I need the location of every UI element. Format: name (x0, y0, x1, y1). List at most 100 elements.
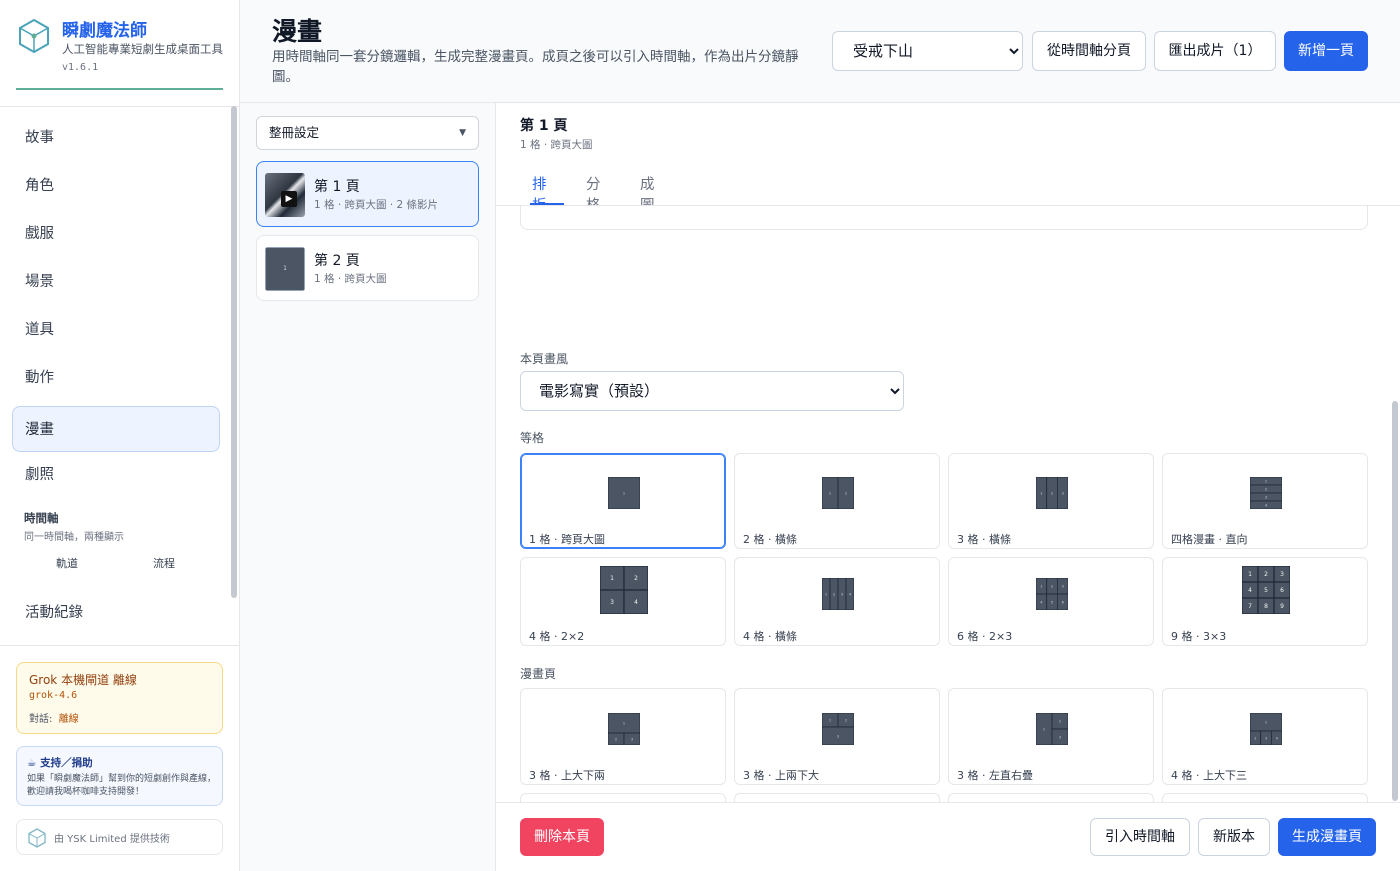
sidebar-item-comics[interactable]: 漫畫 (12, 406, 220, 452)
support-title: ☕ 支持／捐助 (27, 757, 93, 769)
layout-preview: 1 2 3 (608, 712, 640, 745)
sidebar-item-costumes[interactable]: 戲服 (12, 210, 220, 256)
svg-text:2: 2 (1265, 487, 1267, 491)
layout-option-l4g[interactable]: 1 2 3 4 4 格 · 2×2 (520, 557, 726, 646)
svg-text:3: 3 (1265, 495, 1267, 499)
cube-logo-icon (28, 828, 46, 848)
layout-caption: 3 格 · 橫條 (957, 533, 1011, 546)
play-icon[interactable]: ▶ (281, 191, 297, 207)
layout-option-m2[interactable]: 1 2 3 3 格 · 上兩下大 (734, 688, 940, 785)
timeline-option-track[interactable]: 軌道 (56, 555, 78, 571)
export-button[interactable]: 匯出成片（1） (1154, 31, 1276, 71)
sidebar-item-activity-log[interactable]: 活動紀錄 (12, 589, 220, 635)
app-version: v1.6.1 (62, 62, 99, 73)
page-card-title: 第 2 頁 (314, 253, 360, 269)
svg-text:7: 7 (1248, 603, 1252, 610)
sidebar-item-stills[interactable]: 劇照 (12, 451, 220, 497)
layout-option-m7[interactable]: 1233 格 · 斜分 (948, 793, 1154, 802)
section-label-equal: 等格 (520, 431, 545, 445)
book-settings-select[interactable]: 整冊設定 ▼ (256, 116, 479, 150)
svg-text:4: 4 (634, 599, 638, 606)
layout-preview: 1 (608, 477, 640, 509)
layout-preview: 12 (822, 477, 854, 509)
sidebar-item-story[interactable]: 故事 (12, 114, 220, 160)
layout-preview: 1234 (1250, 712, 1282, 745)
new-version-button[interactable]: 新版本 (1198, 818, 1270, 856)
svg-text:2: 2 (845, 491, 847, 495)
svg-text:1: 1 (1265, 720, 1267, 724)
page-list: 整冊設定 ▼ ▶ 第 1 頁 1 格 · 跨頁大圖 · 2 條影片 1 第 2 … (240, 103, 496, 871)
layout-preview: 1 2 3 (1036, 477, 1068, 509)
page-title: 漫畫 (272, 17, 323, 46)
svg-text:2: 2 (1264, 571, 1268, 578)
layout-caption: 4 格 · 2×2 (529, 630, 585, 643)
layout-option-m1[interactable]: 1 2 3 3 格 · 上大下兩 (520, 688, 726, 785)
layout-caption: 4 格 · 上大下三 (1171, 769, 1247, 782)
sidebar-item-scenes[interactable]: 場景 (12, 258, 220, 304)
layout-option-m8[interactable]: 123455 格 · 上大下四 (1162, 793, 1368, 802)
svg-text:5: 5 (1264, 587, 1268, 594)
sidebar-item-actions[interactable]: 動作 (12, 354, 220, 400)
svg-text:2: 2 (1051, 584, 1053, 588)
layout-option-l6[interactable]: 1234566 格 · 2×3 (948, 557, 1154, 646)
timeline-section-subtitle: 同一時間軸，兩種顯示 (24, 532, 124, 543)
svg-text:8: 8 (1264, 603, 1268, 610)
layout-option-m4[interactable]: 1234 4 格 · 上大下三 (1162, 688, 1368, 785)
brand: 瞬劇魔法師 人工智能專業短劇生成桌面工具 v1.6.1 (16, 14, 223, 90)
cube-logo-icon (19, 18, 49, 54)
layout-preview: 1234 (600, 566, 648, 614)
sidebar-item-characters[interactable]: 角色 (12, 162, 220, 208)
project-select[interactable]: 受戒下山 (832, 31, 1023, 71)
svg-text:3: 3 (1062, 584, 1064, 588)
generate-comic-page-button[interactable]: 生成漫畫頁 (1278, 818, 1376, 856)
sidebar-item-props[interactable]: 道具 (12, 306, 220, 352)
sidebar-scrollbar[interactable] (231, 106, 237, 598)
svg-text:2: 2 (1051, 491, 1053, 495)
layout-option-l4h[interactable]: 1234 4 格 · 橫條 (734, 557, 940, 646)
svg-text:4: 4 (1248, 587, 1252, 594)
layout-option-l1[interactable]: 1 1 格 · 跨頁大圖 (520, 453, 726, 549)
gateway-status-card: Grok 本機閘道 離線 grok-4.6 對話: 離線 (16, 662, 223, 734)
layout-caption: 4 格 · 橫條 (743, 630, 797, 643)
page-card-2[interactable]: 1 第 2 頁 1 格 · 跨頁大圖 (256, 235, 479, 301)
add-page-button[interactable]: 新增一頁 (1284, 31, 1368, 71)
gateway-model: grok-4.6 (29, 690, 78, 701)
split-from-timeline-button[interactable]: 從時間軸分頁 (1032, 31, 1146, 71)
editor-scrollbar[interactable] (1392, 401, 1398, 801)
layout-preview: 1234 (822, 577, 854, 610)
page-card-title: 第 1 頁 (314, 179, 360, 195)
timeline-option-flow[interactable]: 流程 (153, 555, 175, 571)
credit-text: 由 YSK Limited 提供技術 (54, 834, 170, 845)
chat-status: 對話: 離線 (29, 710, 79, 725)
page-header: 漫畫 用時間軸同一套分鏡邏輯，生成完整漫畫頁。成頁之後可以引入時間軸，作為出片分… (240, 0, 1400, 103)
svg-text:1: 1 (610, 575, 614, 582)
layout-option-m6[interactable]: 12344 格 · 錯位 (734, 793, 940, 802)
page-description: 用時間軸同一套分鏡邏輯，生成完整漫畫頁。成頁之後可以引入時間軸，作為出片分鏡靜圖… (272, 49, 799, 85)
layout-option-l9[interactable]: 1 2 3 4 5 6 7 8 9 9 格 · 3×3 (1162, 557, 1368, 646)
support-card[interactable]: ☕ 支持／捐助 如果「瞬劇魔法師」幫到你的短劇創作與產線，歡迎請我喝杯咖啡支持開… (16, 746, 223, 806)
style-select[interactable]: 電影寫實（預設） (520, 371, 904, 411)
svg-text:3: 3 (1280, 571, 1284, 578)
svg-text:3: 3 (631, 737, 633, 741)
svg-text:2: 2 (1059, 719, 1061, 723)
layout-caption: 3 格 · 左直右疊 (957, 769, 1033, 782)
layout-option-l3[interactable]: 1 2 3 3 格 · 橫條 (948, 453, 1154, 549)
svg-text:3: 3 (610, 599, 614, 606)
layout-option-l2[interactable]: 122 格 · 橫條 (734, 453, 940, 549)
layout-option-m3[interactable]: 1 2 3 3 格 · 左直右疊 (948, 688, 1154, 785)
svg-text:9: 9 (1280, 603, 1284, 610)
support-description: 如果「瞬劇魔法師」幫到你的短劇創作與產線，歡迎請我喝杯咖啡支持開發！ (27, 774, 217, 797)
section-label-manga: 漫畫頁 (520, 667, 557, 681)
svg-text:6: 6 (1280, 587, 1284, 594)
style-label: 本頁畫風 (520, 352, 569, 366)
layout-preview: 1 2 3 (1036, 712, 1068, 745)
page-card-1[interactable]: ▶ 第 1 頁 1 格 · 跨頁大圖 · 2 條影片 (256, 161, 479, 227)
delete-page-button[interactable]: 刪除本頁 (520, 818, 604, 856)
divider (0, 645, 239, 646)
layout-option-m5[interactable]: 12344 格 · 中／小／大 (520, 793, 726, 802)
layout-option-l4v[interactable]: 1 2 3 4 四格漫畫 · 直向 (1162, 453, 1368, 549)
svg-text:1: 1 (623, 491, 625, 495)
import-timeline-button[interactable]: 引入時間軸 (1090, 818, 1190, 856)
layout-preview: 1234 (1250, 477, 1282, 509)
svg-text:1: 1 (1265, 479, 1267, 483)
